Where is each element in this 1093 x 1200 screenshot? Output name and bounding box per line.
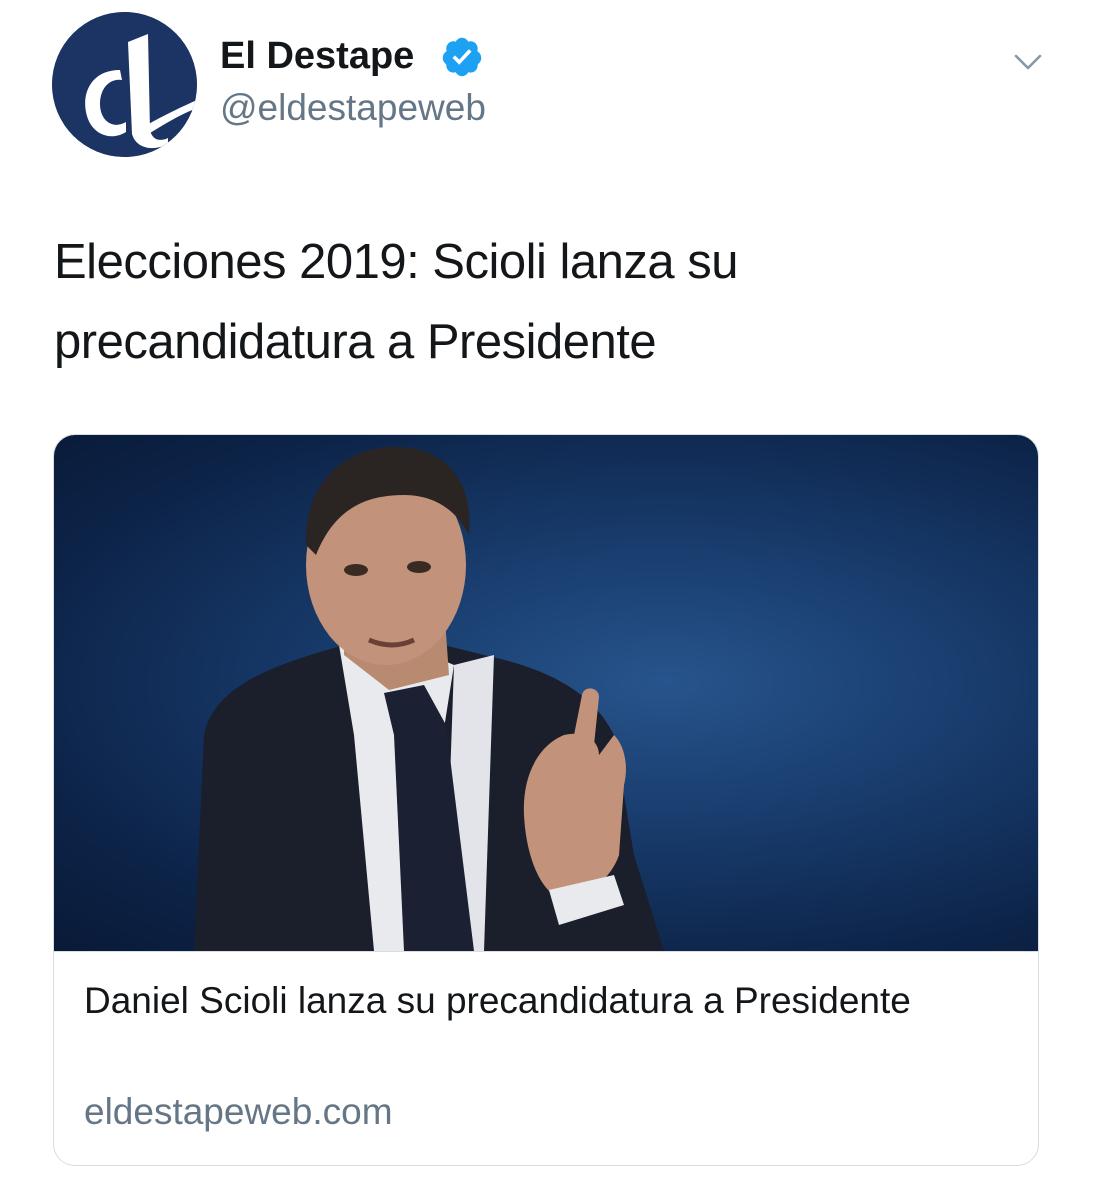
avatar[interactable]: [52, 12, 197, 157]
display-name[interactable]: El Destape: [220, 34, 414, 78]
tweet-text: Elecciones 2019: Scioli lanza su precand…: [54, 222, 1034, 382]
card-domain: eldestapeweb.com: [84, 1091, 393, 1132]
el-destape-logo-icon: [52, 12, 197, 157]
person-photo-icon: [194, 446, 664, 951]
tweet-text-line-2: precandidatura a Presidente: [54, 315, 657, 369]
tweet-text-line-1: Elecciones 2019: Scioli lanza su: [54, 235, 739, 289]
chevron-down-icon[interactable]: [1008, 42, 1048, 82]
verified-badge-icon: [442, 37, 482, 77]
link-card[interactable]: Daniel Scioli lanza su precandidatura a …: [53, 434, 1039, 1166]
article-photo: [54, 435, 1038, 952]
handle[interactable]: @eldestapeweb: [220, 86, 486, 130]
card-title[interactable]: Daniel Scioli lanza su precandidatura a …: [84, 975, 984, 1027]
